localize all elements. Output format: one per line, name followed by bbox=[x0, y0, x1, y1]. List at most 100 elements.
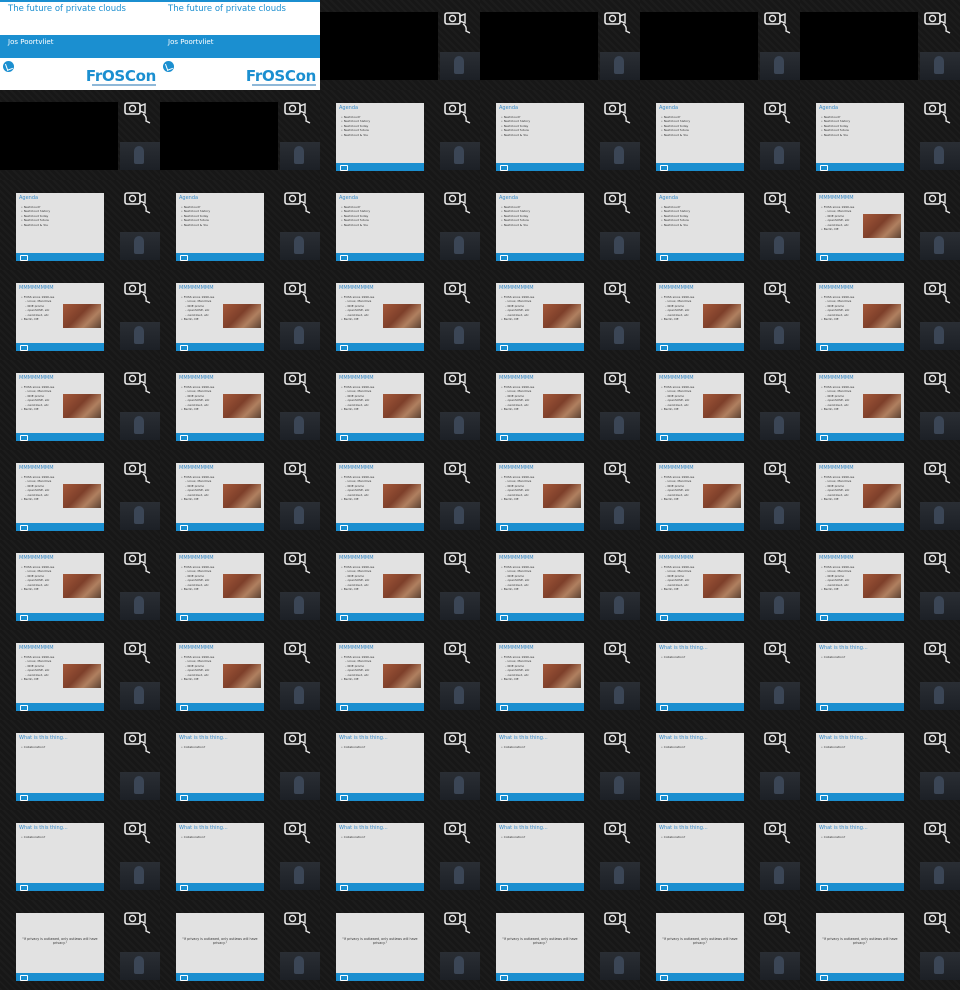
video-frame[interactable]: MMMMMMMM FOSS since 1990-iesLinux, Mandri… bbox=[800, 540, 960, 630]
video-frame[interactable]: Agenda Nextcloud?Nextcloud historyNextclo… bbox=[640, 180, 800, 270]
slide-title: MMMMMMMM bbox=[339, 285, 374, 291]
video-frame[interactable]: MMMMMMMM FOSS since 1990-iesLinux, Mandri… bbox=[480, 630, 640, 720]
video-frame[interactable] bbox=[800, 0, 960, 90]
video-frame[interactable]: Agenda Nextcloud?Nextcloud historyNextclo… bbox=[320, 90, 480, 180]
video-frame[interactable]: MMMMMMMM FOSS since 1990-iesLinux, Mandri… bbox=[800, 180, 960, 270]
video-frame[interactable]: MMMMMMMM FOSS since 1990-iesLinux, Mandri… bbox=[640, 450, 800, 540]
video-frame[interactable] bbox=[320, 0, 480, 90]
camera-logo-icon bbox=[284, 732, 312, 754]
slide-title: Agenda bbox=[179, 195, 199, 201]
speaker-video-thumbnail bbox=[600, 772, 640, 800]
video-frame[interactable]: MMMMMMMM FOSS since 1990-iesLinux, Mandri… bbox=[0, 450, 160, 540]
slide-preview: MMMMMMMM FOSS since 1990-iesLinux, Mandri… bbox=[496, 553, 584, 621]
video-frame[interactable]: MMMMMMMM FOSS since 1990-iesLinux, Mandri… bbox=[0, 630, 160, 720]
title-top-bar bbox=[0, 0, 160, 2]
video-frame[interactable]: What is this thing... Collaboration? bbox=[0, 720, 160, 810]
slide-bullet: Berlin, DE bbox=[501, 317, 534, 321]
video-frame[interactable]: Agenda Nextcloud?Nextcloud historyNextclo… bbox=[480, 180, 640, 270]
black-video-area bbox=[160, 102, 278, 170]
slide-preview: Agenda Nextcloud?Nextcloud historyNextclo… bbox=[656, 103, 744, 171]
video-frame[interactable]: What is this thing... Collaboration? bbox=[320, 810, 480, 900]
video-frame[interactable] bbox=[640, 0, 800, 90]
video-frame[interactable]: What is this thing... Collaboration? bbox=[640, 720, 800, 810]
speaker-video-thumbnail bbox=[440, 322, 480, 350]
video-frame[interactable]: What is this thing... Collaboration? bbox=[640, 810, 800, 900]
video-frame[interactable]: MMMMMMMM FOSS since 1990-iesLinux, Mandri… bbox=[640, 540, 800, 630]
video-frame[interactable]: MMMMMMMM FOSS since 1990-iesLinux, Mandri… bbox=[480, 450, 640, 540]
slide-bullet-list: FOSS since 1990-iesLinux, MandrivaKDE pr… bbox=[21, 475, 55, 501]
slide-title: MMMMMMMM bbox=[659, 285, 694, 291]
video-frame[interactable]: MMMMMMMM FOSS since 1990-iesLinux, Mandri… bbox=[800, 270, 960, 360]
video-frame[interactable] bbox=[0, 90, 160, 180]
slide-footer-bar bbox=[16, 703, 104, 711]
slide-preview: MMMMMMMM FOSS since 1990-iesLinux, Mandri… bbox=[336, 373, 424, 441]
video-frame[interactable]: What is this thing... Collaboration? bbox=[0, 810, 160, 900]
video-frame[interactable]: MMMMMMMM FOSS since 1990-iesLinux, Mandri… bbox=[480, 540, 640, 630]
speaker-video-thumbnail bbox=[280, 142, 320, 170]
video-frame[interactable]: What is this thing... Collaboration? bbox=[480, 720, 640, 810]
video-frame[interactable]: Agenda Nextcloud?Nextcloud historyNextclo… bbox=[480, 90, 640, 180]
video-frame[interactable]: MMMMMMMM FOSS since 1990-iesLinux, Mandri… bbox=[320, 450, 480, 540]
video-frame[interactable]: "If privacy is outlawed, only outlaws wi… bbox=[320, 900, 480, 990]
slide-footer-bar bbox=[336, 703, 424, 711]
video-frame[interactable]: What is this thing... Collaboration? bbox=[800, 630, 960, 720]
video-frame[interactable]: MMMMMMMM FOSS since 1990-iesLinux, Mandri… bbox=[800, 360, 960, 450]
title-slide-author: Jos Poortvliet bbox=[168, 38, 214, 46]
camera-logo-icon bbox=[764, 102, 792, 124]
title-slide-frame[interactable]: The future of private clouds Jos Poortvl… bbox=[160, 0, 320, 90]
video-frame[interactable]: MMMMMMMM FOSS since 1990-iesLinux, Mandri… bbox=[640, 270, 800, 360]
slide-footer-bar bbox=[16, 343, 104, 351]
video-frame[interactable]: "If privacy is outlawed, only outlaws wi… bbox=[640, 900, 800, 990]
video-frame[interactable]: MMMMMMMM FOSS since 1990-iesLinux, Mandri… bbox=[160, 270, 320, 360]
video-frame[interactable]: MMMMMMMM FOSS since 1990-iesLinux, Mandri… bbox=[0, 360, 160, 450]
slide-preview: Agenda Nextcloud?Nextcloud historyNextclo… bbox=[336, 103, 424, 171]
video-frame[interactable]: MMMMMMMM FOSS since 1990-iesLinux, Mandri… bbox=[0, 270, 160, 360]
speaker-video-thumbnail bbox=[600, 862, 640, 890]
video-frame[interactable]: Agenda Nextcloud?Nextcloud historyNextclo… bbox=[160, 180, 320, 270]
video-frame[interactable]: MMMMMMMM FOSS since 1990-iesLinux, Mandri… bbox=[320, 270, 480, 360]
video-frame[interactable]: MMMMMMMM FOSS since 1990-iesLinux, Mandri… bbox=[320, 360, 480, 450]
slide-footer-bar bbox=[656, 703, 744, 711]
video-frame[interactable]: "If privacy is outlawed, only outlaws wi… bbox=[800, 900, 960, 990]
video-frame[interactable]: MMMMMMMM FOSS since 1990-iesLinux, Mandri… bbox=[640, 360, 800, 450]
title-slide-frame[interactable]: The future of private clouds Jos Poortvl… bbox=[0, 0, 160, 90]
video-frame[interactable]: MMMMMMMM FOSS since 1990-iesLinux, Mandri… bbox=[0, 540, 160, 630]
video-frame[interactable]: MMMMMMMM FOSS since 1990-iesLinux, Mandri… bbox=[320, 630, 480, 720]
video-frame[interactable]: Agenda Nextcloud?Nextcloud historyNextclo… bbox=[0, 180, 160, 270]
video-frame[interactable]: MMMMMMMM FOSS since 1990-iesLinux, Mandri… bbox=[160, 540, 320, 630]
video-frame[interactable]: MMMMMMMM FOSS since 1990-iesLinux, Mandri… bbox=[160, 630, 320, 720]
video-frame[interactable]: What is this thing... Collaboration? bbox=[160, 810, 320, 900]
speaker-video-thumbnail bbox=[280, 682, 320, 710]
slide-bullet: Collaboration? bbox=[501, 745, 526, 749]
slide-bullet: Berlin, DE bbox=[21, 497, 54, 501]
video-frame[interactable]: Agenda Nextcloud?Nextcloud historyNextclo… bbox=[800, 90, 960, 180]
video-frame[interactable]: "If privacy is outlawed, only outlaws wi… bbox=[160, 900, 320, 990]
video-frame[interactable]: "If privacy is outlawed, only outlaws wi… bbox=[480, 900, 640, 990]
slide-bullet: openSUSE, etc bbox=[821, 398, 854, 402]
slide-footer-bar bbox=[336, 613, 424, 621]
video-frame[interactable]: What is this thing... Collaboration? bbox=[160, 720, 320, 810]
video-frame[interactable]: What is this thing... Collaboration? bbox=[640, 630, 800, 720]
slide-bullet: Nextcloud & You bbox=[661, 133, 690, 137]
video-frame[interactable]: What is this thing... Collaboration? bbox=[480, 810, 640, 900]
video-frame[interactable]: MMMMMMMM FOSS since 1990-iesLinux, Mandri… bbox=[160, 360, 320, 450]
video-frame[interactable]: MMMMMMMM FOSS since 1990-iesLinux, Mandri… bbox=[480, 270, 640, 360]
video-frame[interactable]: What is this thing... Collaboration? bbox=[800, 810, 960, 900]
speaker-video-thumbnail bbox=[760, 502, 800, 530]
video-frame[interactable]: What is this thing... Collaboration? bbox=[320, 720, 480, 810]
video-frame[interactable] bbox=[160, 90, 320, 180]
video-frame[interactable]: MMMMMMMM FOSS since 1990-iesLinux, Mandri… bbox=[800, 450, 960, 540]
video-frame[interactable]: Agenda Nextcloud?Nextcloud historyNextclo… bbox=[320, 180, 480, 270]
slide-photo bbox=[383, 394, 421, 418]
slide-bullet-list: Nextcloud?Nextcloud historyNextcloud tod… bbox=[821, 115, 850, 137]
video-frame[interactable]: What is this thing... Collaboration? bbox=[800, 720, 960, 810]
slide-title: What is this thing... bbox=[819, 825, 868, 831]
video-frame[interactable]: MMMMMMMM FOSS since 1990-iesLinux, Mandri… bbox=[160, 450, 320, 540]
video-frame[interactable]: MMMMMMMM FOSS since 1990-iesLinux, Mandri… bbox=[480, 360, 640, 450]
video-frame[interactable]: "If privacy is outlawed, only outlaws wi… bbox=[0, 900, 160, 990]
slide-photo bbox=[383, 664, 421, 688]
froscon-logo: FrOSCon bbox=[85, 67, 156, 85]
video-frame[interactable]: Agenda Nextcloud?Nextcloud historyNextclo… bbox=[640, 90, 800, 180]
video-frame[interactable] bbox=[480, 0, 640, 90]
video-frame[interactable]: MMMMMMMM FOSS since 1990-iesLinux, Mandri… bbox=[320, 540, 480, 630]
